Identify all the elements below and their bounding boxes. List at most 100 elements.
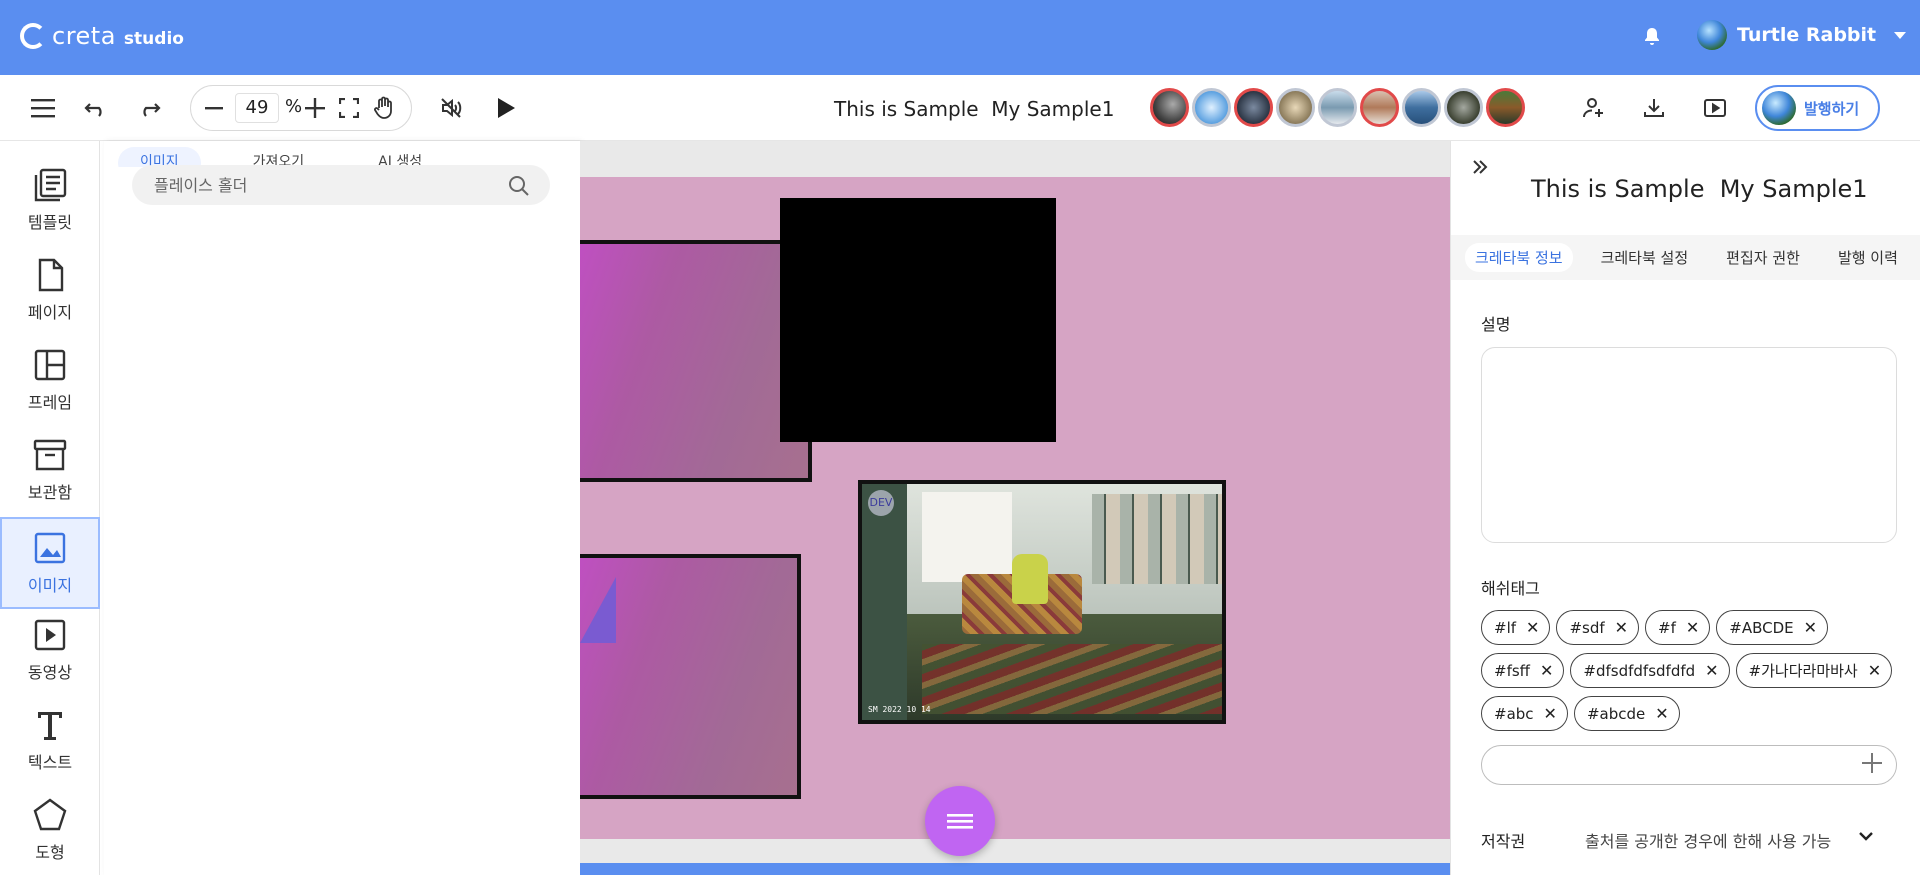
hashtag-chip[interactable]: #ABCDE ✕ <box>1716 610 1829 645</box>
hashtag-chip[interactable]: #f ✕ <box>1645 610 1711 645</box>
avatar[interactable] <box>1318 88 1357 127</box>
tab-book-settings[interactable]: 크레타북 설정 <box>1591 243 1699 272</box>
sidebar-item-archive[interactable]: 보관함 <box>0 431 100 509</box>
photo-element[interactable]: DEV SM 2022 10 14 <box>858 480 1226 724</box>
rectangle-shape[interactable] <box>780 198 1056 442</box>
floating-menu-button[interactable] <box>925 786 995 856</box>
zoom-out-icon[interactable] <box>205 98 223 122</box>
hashtag-chip[interactable]: #sdf ✕ <box>1556 610 1640 645</box>
hashtag-list: #lf ✕ #sdf ✕ #f ✕ #ABCDE ✕ #fsff ✕ #dfsdfdfsd… <box>1481 610 1901 731</box>
properties-panel: This is Sample My Sample1 크레타북 정보 크레타북 설… <box>1450 141 1920 875</box>
frame-icon <box>32 347 68 383</box>
logo[interactable]: creta studio <box>20 22 184 50</box>
tab-book-info[interactable]: 크레타북 정보 <box>1465 243 1573 272</box>
frame-element[interactable] <box>580 240 812 482</box>
hashtag-chip[interactable]: #가나다라마바사 ✕ <box>1735 653 1893 688</box>
avatar[interactable] <box>1150 88 1189 127</box>
photo-timestamp: SM 2022 10 14 <box>868 705 931 714</box>
close-icon[interactable]: ✕ <box>1804 619 1817 636</box>
bell-icon[interactable] <box>1640 25 1664 49</box>
page-icon <box>32 257 68 293</box>
hand-icon[interactable] <box>373 96 395 124</box>
hashtag-text: #abc <box>1494 704 1534 723</box>
avatar[interactable] <box>1486 88 1525 127</box>
tab-import[interactable]: 가져오기 <box>231 147 327 167</box>
archive-icon <box>32 437 68 473</box>
photo-window <box>922 492 1012 582</box>
sidebar-item-video[interactable]: 동영상 <box>0 611 100 689</box>
hashtag-chip[interactable]: #dfsdfdfsdfdfd ✕ <box>1570 653 1730 688</box>
hashtag-chip[interactable]: #abc ✕ <box>1481 696 1568 731</box>
avatar[interactable] <box>1276 88 1315 127</box>
chevron-down-icon <box>1894 31 1907 39</box>
document-title[interactable]: This is Sample My Sample1 <box>834 97 1114 121</box>
close-icon[interactable]: ✕ <box>1686 619 1699 636</box>
zoom-input[interactable]: 49 <box>235 93 279 123</box>
sidebar-item-frame[interactable]: 프레임 <box>0 341 100 419</box>
close-icon[interactable]: ✕ <box>1540 662 1553 679</box>
photo-posters <box>1092 494 1222 584</box>
user-menu[interactable]: Turtle Rabbit <box>1697 20 1907 50</box>
license-select[interactable]: 출처를 공개한 경우에 한해 사용 가능 <box>1585 828 1831 852</box>
tab-publish-history[interactable]: 발행 이력 <box>1828 243 1908 272</box>
license-label: 저작권 <box>1481 832 1526 851</box>
close-icon[interactable]: ✕ <box>1705 662 1718 679</box>
menu-icon <box>947 814 973 829</box>
description-field[interactable] <box>1481 347 1897 543</box>
photo-person <box>1012 554 1048 604</box>
zoom-in-icon[interactable] <box>305 98 325 122</box>
canvas-page[interactable]: DEV SM 2022 10 14 <box>580 177 1450 839</box>
sidebar-item-template[interactable]: 템플릿 <box>0 161 100 239</box>
chevron-down-icon[interactable] <box>1855 825 1877 851</box>
hashtag-chip[interactable]: #fsff ✕ <box>1481 653 1565 688</box>
fullscreen-icon[interactable] <box>338 97 360 122</box>
sidebar-item-label: 템플릿 <box>27 213 73 232</box>
collapse-icon[interactable] <box>1471 157 1489 181</box>
play-icon[interactable] <box>493 95 519 121</box>
hashtag-chip[interactable]: #lf ✕ <box>1481 610 1551 645</box>
avatar[interactable] <box>1402 88 1441 127</box>
publish-button[interactable]: 발행하기 <box>1755 85 1880 131</box>
avatar[interactable] <box>1192 88 1231 127</box>
sidebar-item-label: 프레임 <box>27 393 73 412</box>
close-icon[interactable]: ✕ <box>1868 662 1881 679</box>
tab-ai-generate[interactable]: AI 생성 <box>356 147 444 167</box>
sidebar-item-page[interactable]: 페이지 <box>0 251 100 329</box>
photo-rug <box>922 644 1222 714</box>
close-icon[interactable]: ✕ <box>1615 619 1628 636</box>
hashtag-label: 해쉬태그 <box>1481 579 1540 598</box>
add-user-icon[interactable] <box>1580 95 1606 121</box>
hashtag-chip[interactable]: #abcde ✕ <box>1573 696 1680 731</box>
undo-icon[interactable] <box>83 95 109 121</box>
video-icon <box>32 617 68 653</box>
download-icon[interactable] <box>1641 95 1667 121</box>
hashtag-text: #dfsdfdfsdfdfd <box>1583 661 1696 680</box>
avatar[interactable] <box>1234 88 1273 127</box>
menu-icon[interactable] <box>30 95 56 121</box>
avatar[interactable] <box>1360 88 1399 127</box>
page-scrollbar[interactable] <box>580 863 1450 875</box>
close-icon[interactable]: ✕ <box>1526 619 1539 636</box>
panel-title: This is Sample My Sample1 <box>1531 175 1868 203</box>
plus-icon[interactable] <box>1862 751 1882 779</box>
photo-badge: DEV <box>868 490 894 516</box>
close-icon[interactable]: ✕ <box>1544 705 1557 722</box>
triangle-shape[interactable] <box>580 577 616 643</box>
tab-image[interactable]: 이미지 <box>118 147 201 167</box>
sidebar-item-shape[interactable]: 도형 <box>0 791 100 869</box>
tab-editor-permissions[interactable]: 편집자 권한 <box>1716 243 1810 272</box>
avatar[interactable] <box>1444 88 1483 127</box>
preview-icon[interactable] <box>1702 95 1728 121</box>
close-icon[interactable]: ✕ <box>1655 705 1668 722</box>
search-icon[interactable] <box>508 175 530 201</box>
sidebar-item-text[interactable]: 텍스트 <box>0 701 100 779</box>
hashtag-input[interactable] <box>1481 745 1897 785</box>
mute-icon[interactable] <box>438 95 464 121</box>
sidebar-item-label: 이미지 <box>27 576 73 595</box>
search-input[interactable] <box>154 165 494 205</box>
sidebar-item-image[interactable]: 이미지 <box>0 517 100 609</box>
sidebar-item-label: 동영상 <box>27 663 73 682</box>
avatar <box>1762 91 1796 125</box>
library-tabs: 이미지 가져오기 AI 생성 <box>118 147 444 167</box>
redo-icon[interactable] <box>136 95 162 121</box>
